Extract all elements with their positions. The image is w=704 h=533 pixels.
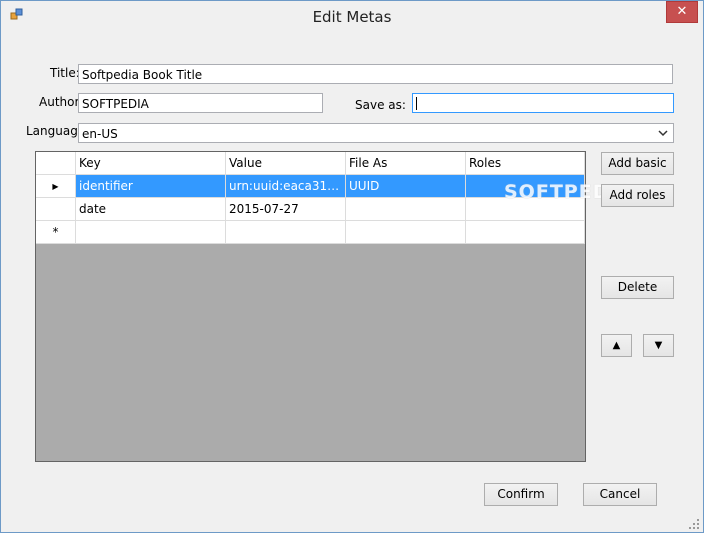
title-label: Title:: [50, 66, 80, 80]
text-caret: [416, 97, 417, 110]
title-bar[interactable]: Edit Metas ✕: [1, 1, 703, 31]
move-up-button[interactable]: ▲: [601, 334, 632, 357]
cell-value[interactable]: urn:uuid:eaca31da-e...: [225, 174, 346, 198]
add-roles-button[interactable]: Add roles: [601, 184, 674, 207]
metas-table: Key Value File As Roles ▶ identifier urn…: [36, 152, 585, 244]
arrow-up-icon: ▲: [612, 340, 621, 351]
table-row[interactable]: date 2015-07-27: [36, 197, 585, 221]
new-cell-key[interactable]: [75, 220, 226, 244]
window-title: Edit Metas: [312, 8, 392, 26]
chevron-down-icon[interactable]: [656, 126, 670, 140]
close-button[interactable]: ✕: [666, 1, 698, 23]
form-area: Title: Softpedia Book Title Author: SOFT…: [9, 32, 695, 524]
language-value: en-US: [82, 127, 118, 141]
new-cell-roles[interactable]: [465, 220, 585, 244]
cell-value-text: urn:uuid:eaca31da-e...: [229, 179, 342, 193]
column-header-key[interactable]: Key: [75, 152, 226, 175]
new-cell-file-as[interactable]: [345, 220, 466, 244]
confirm-button[interactable]: Confirm: [484, 483, 558, 506]
cell-key[interactable]: identifier: [75, 174, 226, 198]
save-as-field[interactable]: [412, 93, 674, 113]
table-row[interactable]: ▶ identifier urn:uuid:eaca31da-e... UUID: [36, 174, 585, 198]
language-combobox[interactable]: en-US: [78, 123, 674, 143]
cell-value[interactable]: 2015-07-27: [225, 197, 346, 221]
row-header[interactable]: [36, 197, 76, 221]
delete-button[interactable]: Delete: [601, 276, 674, 299]
cancel-button[interactable]: Cancel: [583, 483, 657, 506]
cell-key[interactable]: date: [75, 197, 226, 221]
new-row-indicator[interactable]: *: [36, 220, 76, 244]
grid-header-row: Key Value File As Roles: [36, 152, 585, 175]
author-label: Author:: [39, 95, 84, 109]
author-field[interactable]: SOFTPEDIA: [78, 93, 323, 113]
cell-file-as[interactable]: [345, 197, 466, 221]
add-basic-button[interactable]: Add basic: [601, 152, 674, 175]
row-indicator-icon[interactable]: ▶: [36, 174, 76, 198]
new-row[interactable]: *: [36, 220, 585, 244]
column-header-value[interactable]: Value: [225, 152, 346, 175]
move-down-button[interactable]: ▼: [643, 334, 674, 357]
save-as-label: Save as:: [355, 98, 406, 112]
arrow-down-icon: ▼: [654, 340, 663, 351]
column-header-file-as[interactable]: File As: [345, 152, 466, 175]
column-header-roles[interactable]: Roles: [465, 152, 585, 175]
edit-metas-window: Edit Metas ✕ Title: Softpedia Book Title…: [0, 0, 704, 533]
new-cell-value[interactable]: [225, 220, 346, 244]
resize-grip-icon[interactable]: [689, 519, 699, 529]
close-icon: ✕: [676, 4, 688, 19]
row-header-corner: [36, 152, 76, 175]
cell-file-as[interactable]: UUID: [345, 174, 466, 198]
title-field[interactable]: Softpedia Book Title: [78, 64, 673, 84]
